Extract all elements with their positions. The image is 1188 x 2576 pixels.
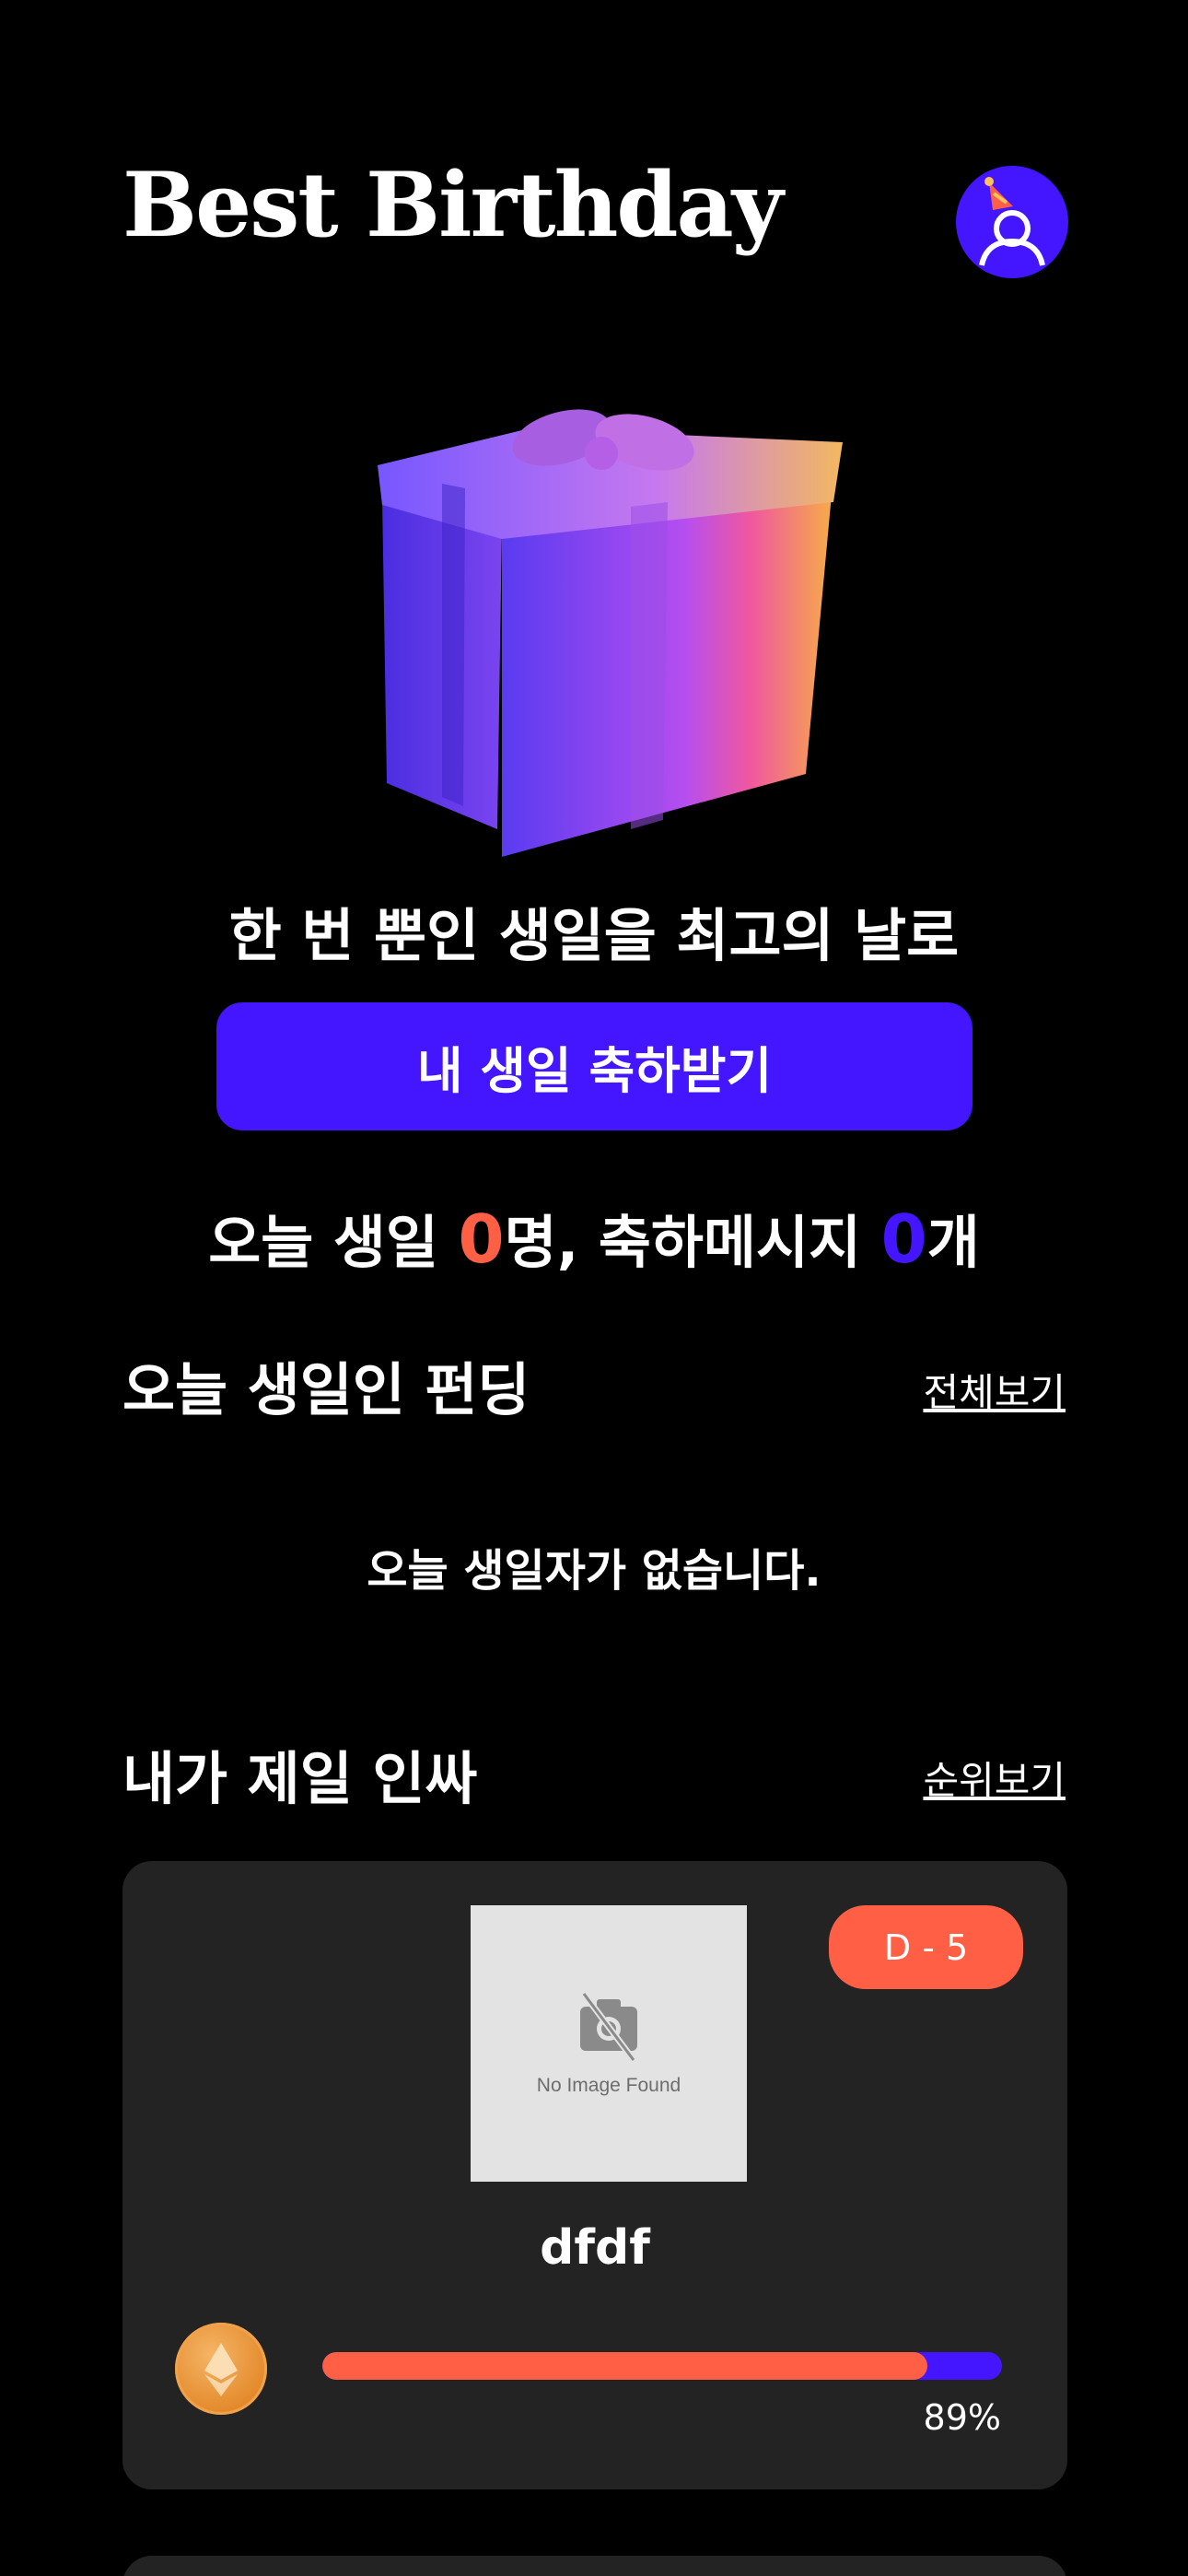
card-name: dfdf	[540, 2220, 650, 2276]
card-image: No Image Found	[471, 1905, 747, 2182]
no-image-label: No Image Found	[536, 2075, 681, 2096]
today-stats: 오늘 생일 0명, 축하메시지 0개	[0, 1196, 1188, 1279]
next-funding-card[interactable]	[122, 2556, 1067, 2576]
stats-middle: 명, 축하메시지	[504, 1209, 881, 1276]
funding-progress-bar	[322, 2352, 1002, 2380]
funding-progress-fill	[322, 2352, 927, 2380]
funding-card[interactable]: No Image Found D - 5 dfdf 89%	[122, 1861, 1067, 2489]
progress-percent: 89%	[923, 2397, 1001, 2438]
d-day-badge: D - 5	[829, 1905, 1023, 1989]
today-funding-title: 오늘 생일인 펀딩	[122, 1356, 530, 1423]
message-count: 0	[880, 1200, 927, 1278]
gift-box-icon	[355, 387, 847, 866]
stats-suffix: 개	[926, 1209, 980, 1276]
birthday-count: 0	[458, 1200, 505, 1278]
view-ranking-link[interactable]: 순위보기	[923, 1750, 1066, 1806]
app-title: Best Birthday	[122, 153, 783, 257]
party-hat-user-icon[interactable]	[956, 166, 1068, 278]
home-screen: Best Birthday 한 번 뿐인 생일을 최고의 날로 내 생일 축하받…	[0, 0, 1188, 2576]
no-image-icon	[580, 1991, 637, 2063]
view-all-link[interactable]: 전체보기	[923, 1362, 1066, 1418]
empty-message: 오늘 생일자가 없습니다.	[367, 1545, 821, 1597]
tagline: 한 번 뿐인 생일을 최고의 날로	[228, 902, 960, 969]
ranking-title: 내가 제일 인싸	[122, 1745, 478, 1812]
ethereum-coin-icon	[175, 2323, 267, 2415]
stats-prefix: 오늘 생일	[208, 1209, 459, 1276]
celebrate-my-birthday-button[interactable]: 내 생일 축하받기	[216, 1002, 973, 1130]
